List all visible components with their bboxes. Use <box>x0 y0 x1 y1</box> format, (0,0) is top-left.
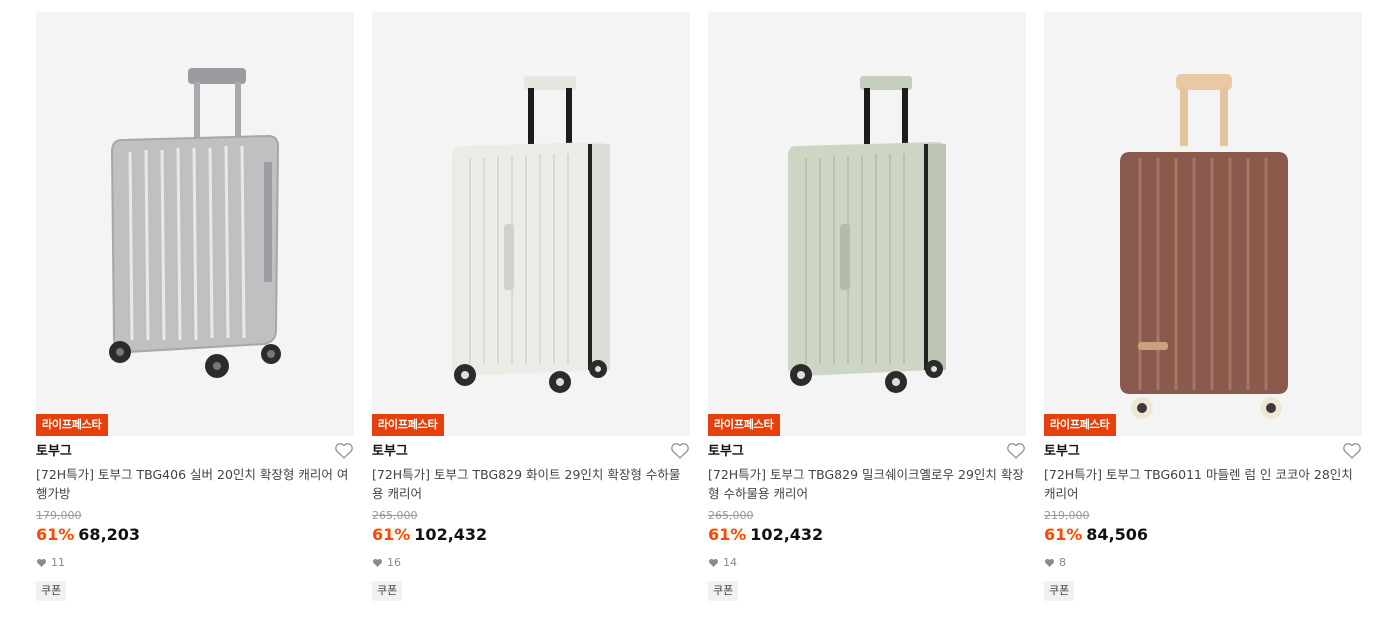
heart-filled-icon <box>1044 558 1055 567</box>
original-price: 179,000 <box>36 509 82 522</box>
heart-filled-icon <box>36 558 47 567</box>
discount-rate: 61% <box>372 525 411 544</box>
product-title[interactable]: [72H특가] 토부그 TBG406 실버 20인치 확장형 캐리어 여행가방 <box>36 465 354 503</box>
product-title[interactable]: [72H특가] 토부그 TBG6011 마들렌 럼 인 코코아 28인치 캐리어 <box>1044 465 1362 503</box>
product-image[interactable]: 라이프페스타 <box>372 12 690 436</box>
coupon-tag: 쿠폰 <box>708 581 739 601</box>
promo-badge: 라이프페스타 <box>372 414 444 436</box>
like-count: 14 <box>723 556 737 569</box>
price-row: 61% 84,506 <box>1044 525 1362 545</box>
suitcase-silver-image <box>109 68 281 378</box>
sale-price: 102,432 <box>414 525 488 544</box>
brand-name[interactable]: 토부그 <box>372 444 408 459</box>
brand-row: 토부그 <box>372 440 690 462</box>
like-count-row: 16 <box>372 556 690 570</box>
brand-row: 토부그 <box>36 440 354 462</box>
heart-filled-icon <box>708 558 719 567</box>
original-price: 219,000 <box>1044 509 1090 522</box>
promo-badge: 라이프페스타 <box>36 414 108 436</box>
suitcase-cocoa-image <box>1120 74 1288 419</box>
price-row: 61% 68,203 <box>36 525 354 545</box>
like-count: 11 <box>51 556 65 569</box>
sale-price: 84,506 <box>1086 525 1149 544</box>
like-count-row: 14 <box>708 556 1026 570</box>
like-count: 16 <box>387 556 401 569</box>
product-card[interactable]: 라이프페스타 토부그 [72H특가] 토부그 TBG406 실버 20인치 확장… <box>36 12 354 601</box>
discount-rate: 61% <box>36 525 75 544</box>
coupon-tag: 쿠폰 <box>36 581 67 601</box>
promo-badge: 라이프페스타 <box>1044 414 1116 436</box>
product-image[interactable]: 라이프페스타 <box>36 12 354 436</box>
heart-icon[interactable] <box>1006 442 1026 460</box>
brand-row: 토부그 <box>1044 440 1362 462</box>
price-row: 61% 102,432 <box>708 525 1026 545</box>
promo-badge: 라이프페스타 <box>708 414 780 436</box>
brand-row: 토부그 <box>708 440 1026 462</box>
heart-icon[interactable] <box>334 442 354 460</box>
suitcase-white-image <box>452 76 610 393</box>
product-card[interactable]: 라이프페스타 토부그 [72H특가] 토부그 TBG829 화이트 29인치 확… <box>372 12 690 601</box>
discount-rate: 61% <box>708 525 747 544</box>
original-price: 265,000 <box>372 509 418 522</box>
heart-icon[interactable] <box>670 442 690 460</box>
product-title[interactable]: [72H특가] 토부그 TBG829 화이트 29인치 확장형 수하물용 캐리어 <box>372 465 690 503</box>
sale-price: 102,432 <box>750 525 824 544</box>
product-image[interactable]: 라이프페스타 <box>708 12 1026 436</box>
brand-name[interactable]: 토부그 <box>36 444 72 459</box>
like-count-row: 8 <box>1044 556 1362 570</box>
discount-rate: 61% <box>1044 525 1083 544</box>
heart-icon[interactable] <box>1342 442 1362 460</box>
coupon-tag: 쿠폰 <box>1044 581 1075 601</box>
like-count: 8 <box>1059 556 1066 569</box>
product-title[interactable]: [72H특가] 토부그 TBG829 밀크쉐이크옐로우 29인치 확장형 수하물… <box>708 465 1026 503</box>
product-image[interactable]: 라이프페스타 <box>1044 12 1362 436</box>
brand-name[interactable]: 토부그 <box>1044 444 1080 459</box>
product-card[interactable]: 라이프페스타 토부그 [72H특가] 토부그 TBG829 밀크쉐이크옐로우 2… <box>708 12 1026 601</box>
product-grid: 라이프페스타 토부그 [72H특가] 토부그 TBG406 실버 20인치 확장… <box>0 0 1380 638</box>
price-row: 61% 102,432 <box>372 525 690 545</box>
original-price: 265,000 <box>708 509 754 522</box>
like-count-row: 11 <box>36 556 354 570</box>
sale-price: 68,203 <box>78 525 141 544</box>
heart-filled-icon <box>372 558 383 567</box>
product-card[interactable]: 라이프페스타 토부그 [72H특가] 토부그 TBG6011 마들렌 럼 인 코… <box>1044 12 1362 601</box>
suitcase-mint-image <box>788 76 946 393</box>
coupon-tag: 쿠폰 <box>372 581 403 601</box>
brand-name[interactable]: 토부그 <box>708 444 744 459</box>
